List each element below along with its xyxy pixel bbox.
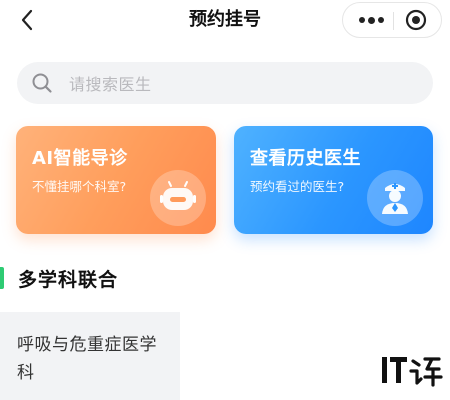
ithome-logo-icon bbox=[382, 357, 443, 387]
history-doctor-card[interactable]: 查看历史医生 预约看过的医生? bbox=[234, 126, 433, 234]
ai-triage-card[interactable]: AI智能导诊 不懂挂哪个科室? bbox=[16, 126, 216, 234]
doctor-icon bbox=[382, 183, 408, 214]
section-title: 多学科联合 bbox=[18, 269, 119, 291]
history-doctor-title: 查看历史医生 bbox=[250, 148, 361, 169]
history-doctor-subtitle: 预约看过的医生? bbox=[250, 179, 345, 194]
target-close-icon bbox=[405, 9, 427, 31]
section-header: 多学科联合 bbox=[0, 264, 450, 294]
robot-icon bbox=[160, 181, 196, 210]
department-label: 呼吸与危重症医学科 bbox=[17, 335, 157, 383]
mini-program-capsule bbox=[342, 2, 442, 38]
search-icon bbox=[32, 73, 52, 93]
more-dots-icon bbox=[358, 16, 384, 24]
watermark-logo bbox=[381, 351, 443, 391]
ai-triage-title: AI智能导诊 bbox=[32, 148, 128, 169]
capsule-divider bbox=[393, 12, 394, 30]
section-accent-bar bbox=[0, 267, 4, 289]
robot-icon-badge bbox=[150, 170, 206, 226]
nav-bar: 预约挂号 bbox=[0, 0, 450, 42]
search-input[interactable]: 请搜索医生 bbox=[17, 62, 433, 104]
department-item[interactable]: 呼吸与危重症医学科 bbox=[0, 312, 180, 400]
close-button[interactable] bbox=[405, 9, 427, 31]
ai-triage-subtitle: 不懂挂哪个科室? bbox=[32, 179, 127, 194]
doctor-icon-badge bbox=[367, 170, 423, 226]
more-button[interactable] bbox=[353, 3, 389, 37]
search-placeholder: 请搜索医生 bbox=[69, 75, 152, 94]
